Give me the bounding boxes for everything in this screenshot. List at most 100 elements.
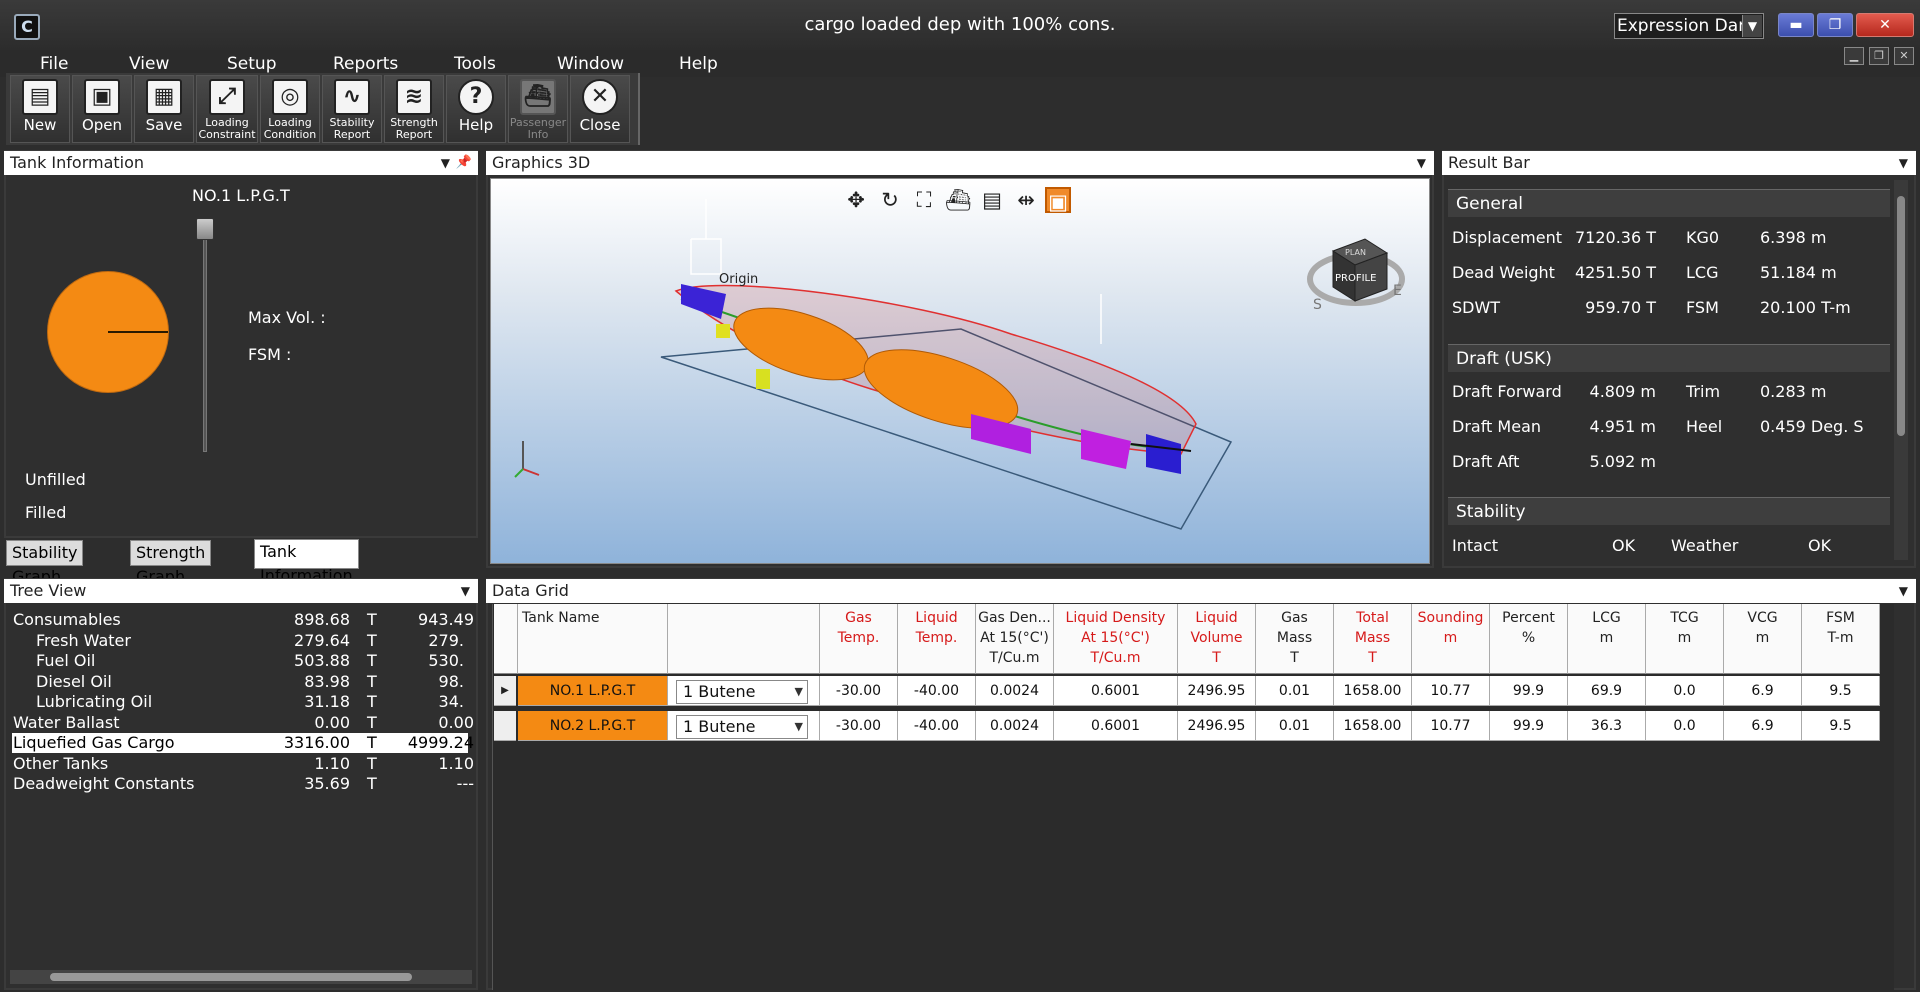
grid-cell[interactable]: 99.9: [1490, 676, 1568, 706]
chevron-down-icon[interactable]: ▼: [1899, 579, 1908, 603]
loading-condition-button[interactable]: ◎ Loading Condition: [260, 75, 320, 143]
grid-column-header[interactable]: [668, 604, 820, 674]
grid-cell[interactable]: -30.00: [820, 676, 898, 706]
grid-column-header[interactable]: Gas Temp.: [820, 604, 898, 674]
menu-help[interactable]: Help: [679, 54, 718, 74]
save-button[interactable]: ▦ Save: [134, 75, 194, 143]
grid-cell[interactable]: 0.6001: [1054, 676, 1178, 706]
grid-cell[interactable]: 1658.00: [1334, 676, 1412, 706]
grid-cell[interactable]: 2496.95: [1178, 676, 1256, 706]
grid-column-header[interactable]: FSM T-m: [1802, 604, 1880, 674]
grid-column-header[interactable]: Percent%: [1490, 604, 1568, 674]
fill-slider-track[interactable]: [203, 222, 207, 452]
chevron-down-icon[interactable]: ▼: [795, 681, 803, 703]
chevron-down-icon[interactable]: ▼: [1899, 151, 1908, 175]
grid-cell[interactable]: 6.9: [1724, 676, 1802, 706]
help-button[interactable]: ? Help: [446, 75, 506, 143]
tree-item[interactable]: Consumables 898.68 T 943.49: [12, 610, 474, 630]
grid-cell[interactable]: -30.00: [820, 711, 898, 741]
passenger-info-button[interactable]: ⛴ Passenger Info: [508, 75, 568, 143]
menu-reports[interactable]: Reports: [333, 54, 398, 74]
tank-name-cell[interactable]: NO.2 L.P.G.T: [518, 711, 668, 741]
grid-column-header[interactable]: Gas Mass T: [1256, 604, 1334, 674]
grid-column-header[interactable]: Liquid Temp.: [898, 604, 976, 674]
grid-cell[interactable]: 0.6001: [1054, 711, 1178, 741]
grid-cell[interactable]: 10.77: [1412, 711, 1490, 741]
new-button[interactable]: ▤ New: [10, 75, 70, 143]
grid-column-header[interactable]: Sounding m: [1412, 604, 1490, 674]
grid-cell[interactable]: 1658.00: [1334, 711, 1412, 741]
grid-cell[interactable]: 0.0: [1646, 676, 1724, 706]
tree-item[interactable]: Other Tanks 1.10 T 1.10: [12, 754, 474, 774]
grid-column-header[interactable]: Liquid Density At 15(°C') T/Cu.m: [1054, 604, 1178, 674]
tree-item[interactable]: Fuel Oil 503.88 T 530.: [12, 651, 468, 671]
grid-cell[interactable]: 99.9: [1490, 711, 1568, 741]
tree-item[interactable]: Deadweight Constants 35.69 T ---: [12, 774, 474, 794]
maximize-button[interactable]: ❐: [1817, 13, 1853, 37]
tab-strength-graph[interactable]: Strength Graph: [130, 540, 212, 586]
menu-view[interactable]: View: [129, 54, 169, 74]
grid-cell[interactable]: 0.0024: [976, 711, 1054, 741]
grid-cell[interactable]: 10.77: [1412, 676, 1490, 706]
pin-icon[interactable]: 📌: [456, 151, 472, 175]
chevron-down-icon[interactable]: ▼: [441, 151, 450, 175]
minimize-button[interactable]: ▬: [1778, 13, 1814, 37]
scrollbar-thumb[interactable]: [50, 973, 412, 981]
tree-item[interactable]: Liquefied Gas Cargo 3316.00 T 4999.24: [12, 733, 474, 753]
chevron-down-icon[interactable]: ▼: [461, 579, 470, 603]
grid-column-header[interactable]: VCG m: [1724, 604, 1802, 674]
fluid-select[interactable]: 1 Butene ▼: [676, 715, 808, 739]
grid-cell[interactable]: 9.5: [1802, 676, 1880, 706]
mdi-minimize-button[interactable]: ▁: [1844, 47, 1864, 65]
grid-cell[interactable]: 0.0: [1646, 711, 1724, 741]
grid-column-header[interactable]: TCG m: [1646, 604, 1724, 674]
grid-cell[interactable]: 0.01: [1256, 676, 1334, 706]
grid-cell[interactable]: 0.0024: [976, 676, 1054, 706]
row-indicator[interactable]: ▶: [494, 676, 516, 706]
tree-item[interactable]: Fresh Water 279.64 T 279.: [12, 631, 468, 651]
mdi-close-button[interactable]: ✕: [1894, 47, 1914, 65]
close-button[interactable]: ✕ Close: [570, 75, 630, 143]
grid-cell[interactable]: 9.5: [1802, 711, 1880, 741]
grid-column-header[interactable]: Gas Den... At 15(°C') T/Cu.m: [976, 604, 1054, 674]
stability-report-button[interactable]: ∿ Stability Report: [322, 75, 382, 143]
open-button[interactable]: ▣ Open: [72, 75, 132, 143]
row-indicator[interactable]: [494, 711, 516, 741]
grid-cell[interactable]: 69.9: [1568, 676, 1646, 706]
grid-column-header[interactable]: LCG m: [1568, 604, 1646, 674]
loading-constraint-button[interactable]: ⤢ Loading Constraint: [196, 75, 258, 143]
tab-tank-information[interactable]: Tank Information: [254, 539, 359, 585]
grid-cell[interactable]: 6.9: [1724, 711, 1802, 741]
tree-item[interactable]: Lubricating Oil 31.18 T 34.: [12, 692, 468, 712]
tree-horizontal-scrollbar[interactable]: [10, 970, 472, 984]
chevron-down-icon[interactable]: ▼: [1742, 15, 1762, 37]
close-window-button[interactable]: ✕: [1856, 13, 1914, 37]
menu-file[interactable]: File: [40, 54, 68, 74]
grid-column-header[interactable]: Total Mass T: [1334, 604, 1412, 674]
grid-cell[interactable]: 2496.95: [1178, 711, 1256, 741]
menu-tools[interactable]: Tools: [454, 54, 496, 74]
result-bar-scrollbar[interactable]: [1894, 180, 1908, 560]
chevron-down-icon[interactable]: ▼: [1417, 151, 1426, 175]
grid-cell[interactable]: 0.01: [1256, 711, 1334, 741]
theme-select[interactable]: Expression Dark ▼: [1614, 13, 1764, 39]
grid-cell[interactable]: -40.00: [898, 676, 976, 706]
menu-window[interactable]: Window: [557, 54, 624, 74]
tank-name-cell[interactable]: NO.1 L.P.G.T: [518, 676, 668, 706]
view-cube[interactable]: PLAN PROFILE S E: [1301, 209, 1411, 319]
scrollbar-thumb[interactable]: [1897, 196, 1905, 436]
3d-viewport[interactable]: ✥ ↻ ⛶ ⛴ ▤ ⇹ ▣ Origin PLAN PROFILE S E: [490, 178, 1430, 564]
grid-cell[interactable]: -40.00: [898, 711, 976, 741]
grid-column-header[interactable]: Tank Name: [518, 604, 668, 674]
tab-stability-graph[interactable]: Stability Graph: [6, 540, 84, 586]
fill-slider-thumb[interactable]: [196, 218, 214, 240]
tree-item[interactable]: Water Ballast 0.00 T 0.00: [12, 713, 474, 733]
tree-item[interactable]: Diesel Oil 83.98 T 98.: [12, 672, 468, 692]
grid-cell[interactable]: 36.3: [1568, 711, 1646, 741]
menu-setup[interactable]: Setup: [227, 54, 276, 74]
strength-report-button[interactable]: ≋ Strength Report: [384, 75, 444, 143]
chevron-down-icon[interactable]: ▼: [795, 716, 803, 738]
grid-column-header[interactable]: Liquid Volume T: [1178, 604, 1256, 674]
fluid-select[interactable]: 1 Butene ▼: [676, 680, 808, 704]
mdi-restore-button[interactable]: ❐: [1869, 47, 1889, 65]
